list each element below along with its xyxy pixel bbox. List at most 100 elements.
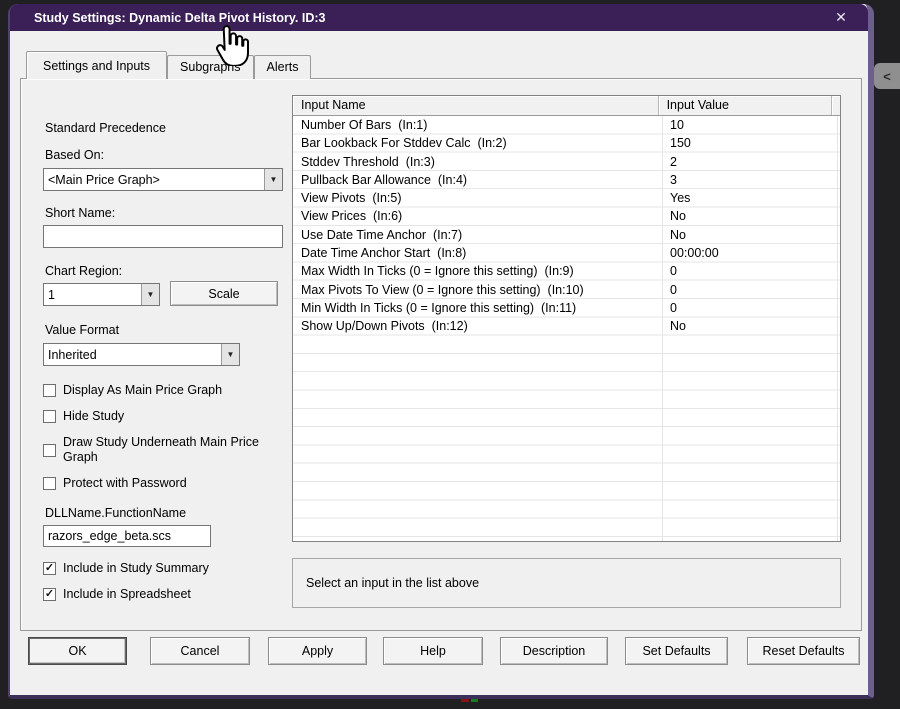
input-name-cell: Max Pivots To View (0 = Ignore this sett… (301, 282, 584, 297)
input-value-cell: 0 (670, 264, 677, 279)
input-name-cell: Stddev Threshold (In:3) (301, 154, 435, 169)
apply-button[interactable]: Apply (268, 637, 367, 665)
input-name-cell: View Pivots (In:5) (301, 191, 402, 206)
close-icon[interactable]: ✕ (830, 4, 852, 31)
input-hint-text: Select an input in the list above (306, 576, 480, 590)
ok-button[interactable]: OK (28, 637, 127, 665)
checkbox-draw-study-underneath-main-price-graph[interactable]: Draw Study Underneath Main Price Graph (43, 435, 281, 465)
input-value-cell: 0 (670, 300, 677, 315)
table-row[interactable]: Max Width In Ticks (0 = Ignore this sett… (293, 262, 840, 280)
table-row[interactable]: Number Of Bars (In:1) 10 (293, 116, 840, 134)
inputs-table-header: Input Name Input Value (293, 96, 840, 116)
value-format-label: Value Format (45, 323, 120, 337)
tab-subgraphs[interactable]: Subgraphs (167, 55, 254, 79)
based-on-dropdown[interactable]: <Main Price Graph> ▼ (43, 168, 283, 191)
checkbox-display-as-main-price-graph[interactable]: Display As Main Price Graph (43, 383, 281, 398)
input-value-cell: 3 (670, 172, 677, 187)
checkbox-hide-study[interactable]: Hide Study (43, 409, 281, 424)
panel-collapse-tab[interactable]: < (874, 63, 900, 89)
table-row[interactable]: View Prices (In:6) No (293, 207, 840, 225)
chart-artifact-red (461, 699, 469, 702)
chart-region-label: Chart Region: (45, 264, 123, 278)
chevron-left-icon: < (883, 68, 891, 84)
input-value-cell: Yes (670, 191, 691, 206)
inputs-table-body: Number Of Bars (In:1) 10 Bar Lookback For … (293, 116, 840, 541)
checkbox-include-in-spreadsheet[interactable]: ✓ Include in Spreadsheet (43, 587, 209, 602)
input-name-cell: Number Of Bars (In:1) (301, 118, 428, 132)
cancel-button[interactable]: Cancel (150, 637, 250, 665)
checkbox-label: Hide Study (63, 409, 125, 423)
based-on-value: <Main Price Graph> (48, 172, 160, 187)
dropdown-arrow-icon[interactable]: ▼ (221, 344, 239, 365)
chart-region-value: 1 (48, 287, 55, 302)
column-header-input-value[interactable]: Input Value (659, 96, 832, 115)
table-row[interactable]: Use Date Time Anchor (In:7) No (293, 226, 840, 244)
reset-defaults-button[interactable]: Reset Defaults (747, 637, 860, 665)
titlebar[interactable]: Study Settings: Dynamic Delta Pivot Hist… (10, 4, 868, 31)
input-value-cell: No (670, 209, 686, 224)
description-button[interactable]: Description (500, 637, 608, 665)
table-row[interactable]: Pullback Bar Allowance (In:4) 3 (293, 171, 840, 189)
study-settings-dialog: Study Settings: Dynamic Delta Pivot Hist… (8, 4, 874, 699)
based-on-label: Based On: (45, 148, 105, 162)
checkbox-label: Display As Main Price Graph (63, 383, 223, 397)
input-value-cell: 150 (670, 136, 691, 151)
set-defaults-button[interactable]: Set Defaults (625, 637, 728, 665)
checkbox-checked-icon[interactable]: ✓ (43, 588, 56, 601)
input-name-cell: Max Width In Ticks (0 = Ignore this sett… (301, 264, 574, 279)
dropdown-arrow-icon[interactable]: ▼ (141, 284, 159, 305)
chart-artifact-green (471, 699, 478, 702)
value-format-dropdown[interactable]: Inherited ▼ (43, 343, 240, 366)
input-name-cell: Date Time Anchor Start (In:8) (301, 246, 467, 261)
input-name-cell: Use Date Time Anchor (In:7) (301, 227, 463, 242)
tab-alerts[interactable]: Alerts (253, 55, 312, 79)
input-value-cell: 10 (670, 118, 684, 132)
tab-settings-and-inputs[interactable]: Settings and Inputs (26, 51, 168, 79)
input-name-cell: View Prices (In:6) (301, 209, 403, 224)
dll-function-input[interactable] (43, 525, 211, 547)
table-row[interactable]: Bar Lookback For Stddev Calc (In:2) 150 (293, 134, 840, 152)
input-value-cell: 00:00:00 (670, 246, 719, 261)
checkbox-label: Protect with Password (63, 476, 187, 490)
tab-bar: Settings and Inputs Subgraphs Alerts (26, 51, 312, 79)
checkbox-unchecked-icon[interactable] (43, 477, 56, 490)
input-name-cell: Bar Lookback For Stddev Calc (In:2) (301, 136, 507, 151)
input-name-cell: Show Up/Down Pivots (In:12) (301, 319, 468, 334)
dropdown-arrow-icon[interactable]: ▼ (264, 169, 282, 190)
scale-button[interactable]: Scale (170, 281, 278, 306)
input-hint-box: Select an input in the list above (292, 558, 841, 608)
chart-region-dropdown[interactable]: 1 ▼ (43, 283, 160, 306)
include-checkbox-group: ✓ Include in Study Summary ✓ Include in Spr… (43, 561, 209, 602)
table-row[interactable]: Show Up/Down Pivots (In:12) No (293, 317, 840, 335)
checkbox-unchecked-icon[interactable] (43, 443, 56, 457)
table-row[interactable]: Date Time Anchor Start (In:8) 00:00:00 (293, 244, 840, 262)
input-value-cell: 0 (670, 282, 677, 297)
column-header-input-name[interactable]: Input Name (293, 96, 659, 115)
table-row[interactable]: Stddev Threshold (In:3) 2 (293, 153, 840, 171)
checkbox-label: Draw Study Underneath Main Price Graph (63, 435, 259, 464)
input-value-cell: No (670, 227, 686, 242)
options-checkbox-group: Display As Main Price Graph Hide Study Dra… (43, 383, 281, 491)
checkbox-label: Include in Study Summary (63, 561, 209, 575)
help-button[interactable]: Help (383, 637, 483, 665)
checkbox-unchecked-icon[interactable] (43, 384, 56, 397)
input-value-cell: No (670, 319, 686, 334)
checkbox-unchecked-icon[interactable] (43, 410, 56, 423)
checkbox-protect-with-password[interactable]: Protect with Password (43, 476, 281, 491)
table-row[interactable]: Min Width In Ticks (0 = Ignore this sett… (293, 299, 840, 317)
column-header-filler (832, 96, 840, 115)
short-name-input[interactable] (43, 225, 283, 248)
input-name-cell: Pullback Bar Allowance (In:4) (301, 172, 468, 187)
value-format-value: Inherited (48, 347, 97, 362)
table-row[interactable]: View Pivots (In:5) Yes (293, 189, 840, 207)
inputs-table: Input Name Input Value Number Of Bars (In… (292, 95, 841, 542)
window-title: Study Settings: Dynamic Delta Pivot Hist… (34, 10, 326, 25)
short-name-label: Short Name: (45, 206, 116, 220)
input-value-cell: 2 (670, 154, 677, 169)
checkbox-label: Include in Spreadsheet (63, 587, 191, 601)
dll-function-label: DLLName.FunctionName (45, 506, 187, 520)
checkbox-include-in-study-summary[interactable]: ✓ Include in Study Summary (43, 561, 209, 576)
input-name-cell: Min Width In Ticks (0 = Ignore this sett… (301, 300, 577, 315)
table-row[interactable]: Max Pivots To View (0 = Ignore this sett… (293, 281, 840, 299)
checkbox-checked-icon[interactable]: ✓ (43, 562, 56, 575)
